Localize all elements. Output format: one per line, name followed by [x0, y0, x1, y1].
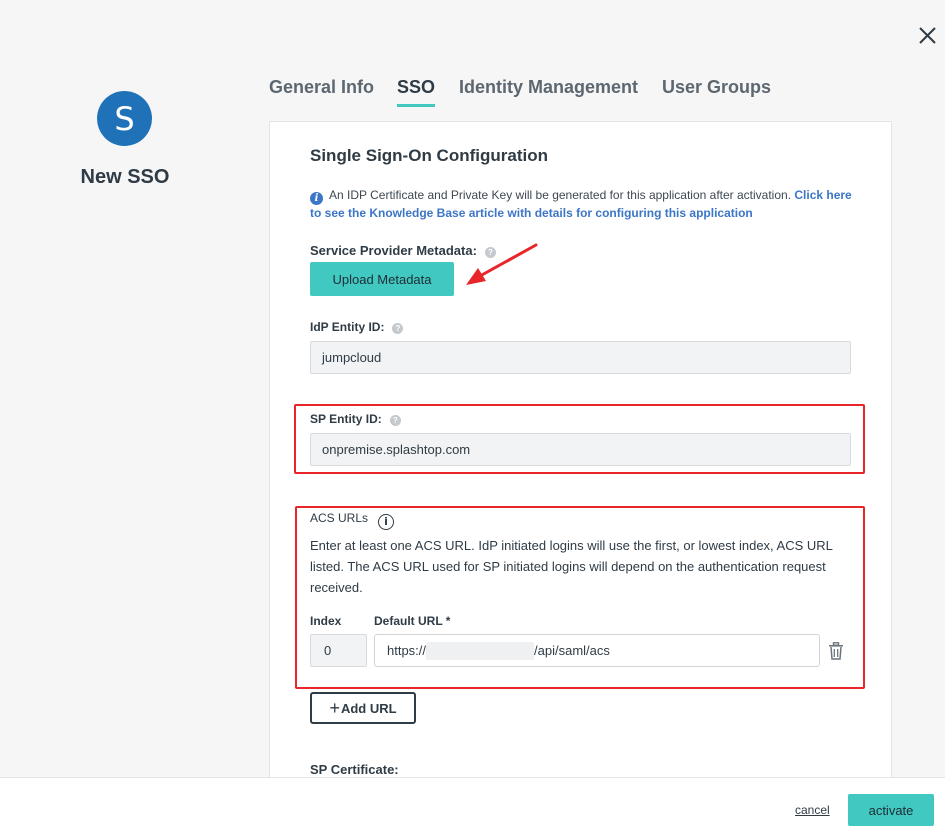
section-title: Single Sign-On Configuration [310, 146, 548, 165]
info-icon: i [310, 192, 323, 205]
highlight-acs-urls [295, 506, 865, 689]
info-note-text: An IDP Certificate and Private Key will … [329, 188, 795, 202]
cancel-link[interactable]: cancel [795, 803, 830, 817]
activate-button[interactable]: activate [848, 794, 934, 826]
tab-identity-management[interactable]: Identity Management [459, 77, 638, 104]
highlight-sp-entity [294, 404, 865, 474]
kb-link-continued[interactable]: to see the Knowledge Base article with d… [310, 206, 753, 220]
plus-icon: + [329, 698, 340, 718]
info-note: i An IDP Certificate and Private Key will… [310, 187, 855, 222]
idp-entity-field[interactable]: jumpcloud [310, 341, 851, 374]
add-url-label: Add URL [340, 700, 397, 716]
annotation-arrow [466, 243, 538, 285]
app-name: New SSO [80, 166, 170, 188]
sp-metadata-label-text: Service Provider Metadata: [310, 243, 477, 258]
tab-user-groups[interactable]: User Groups [662, 77, 771, 104]
tab-sso[interactable]: SSO [397, 77, 436, 107]
idp-entity-value: jumpcloud [322, 350, 382, 365]
sp-certificate-label: SP Certificate: [310, 762, 399, 777]
kb-link[interactable]: Click here [794, 188, 851, 202]
avatar: S [97, 91, 152, 146]
tab-general-info[interactable]: General Info [269, 77, 374, 104]
help-icon[interactable]: ? [392, 323, 404, 334]
idp-entity-label: IdP Entity ID:? [310, 320, 404, 334]
close-icon [919, 27, 936, 44]
idp-entity-label-text: IdP Entity ID: [310, 320, 385, 334]
upload-metadata-button[interactable]: Upload Metadata [310, 262, 454, 296]
footer: cancel activate [0, 777, 945, 838]
close-button[interactable] [914, 22, 940, 48]
add-url-button[interactable]: + Add URL [310, 692, 416, 724]
